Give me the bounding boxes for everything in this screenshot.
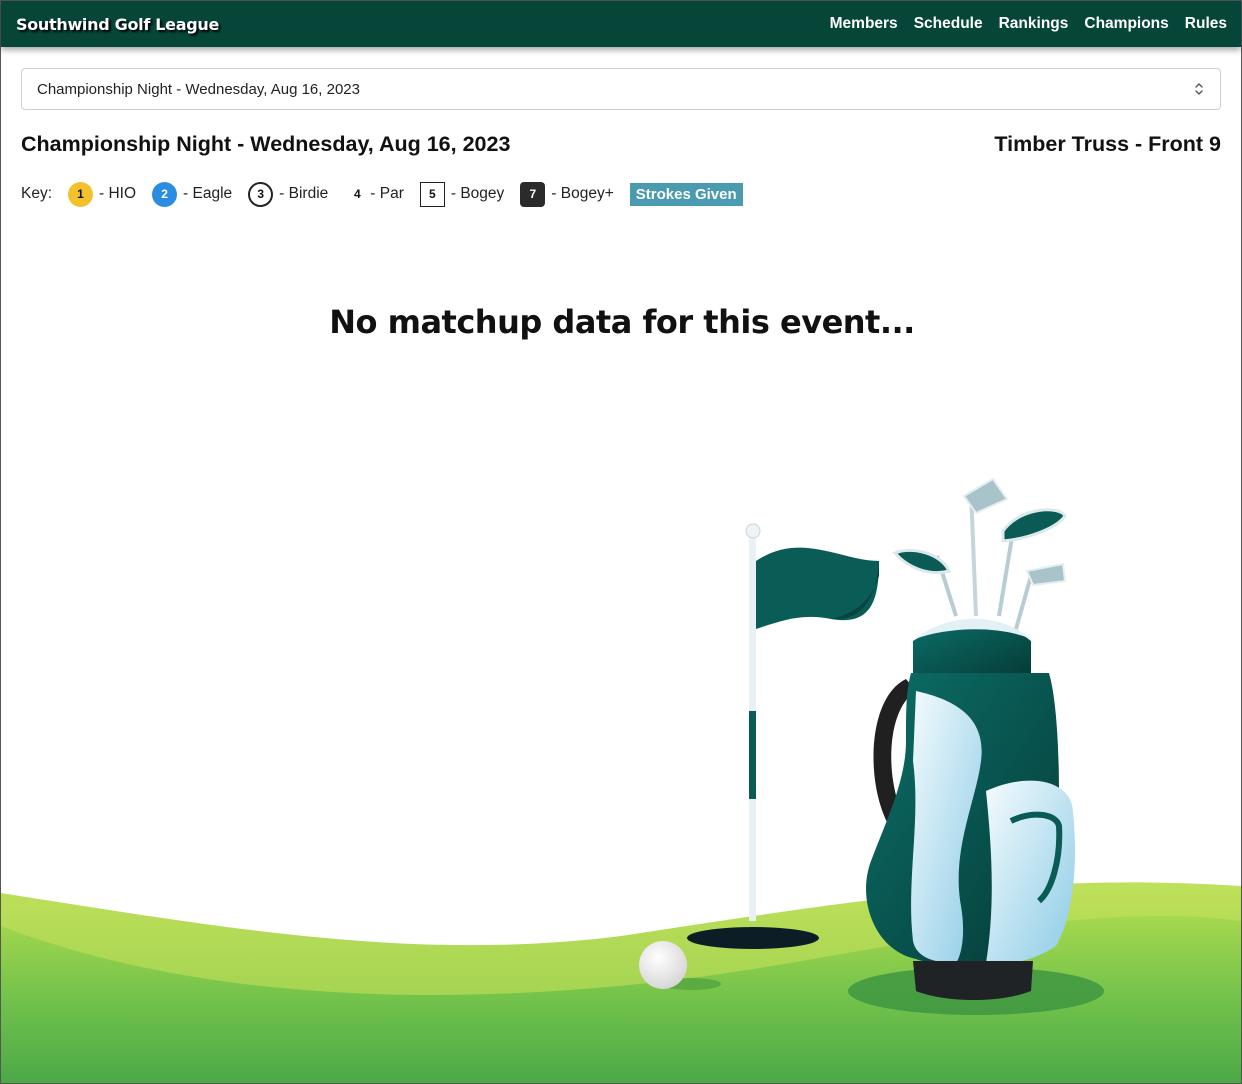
top-navbar: Southwind Golf League Members Schedule R… bbox=[1, 1, 1241, 47]
nav-links: Members Schedule Rankings Champions Rule… bbox=[830, 15, 1227, 33]
brand-logo[interactable]: Southwind Golf League bbox=[16, 15, 219, 34]
nav-members-link[interactable]: Members bbox=[830, 15, 898, 33]
nav-schedule-link[interactable]: Schedule bbox=[914, 15, 983, 33]
golf-bag-flag-illustration bbox=[1, 477, 1241, 1083]
nav-champions-link[interactable]: Champions bbox=[1084, 15, 1168, 33]
nav-rankings-link[interactable]: Rankings bbox=[999, 15, 1069, 33]
nav-rules-link[interactable]: Rules bbox=[1185, 15, 1227, 33]
